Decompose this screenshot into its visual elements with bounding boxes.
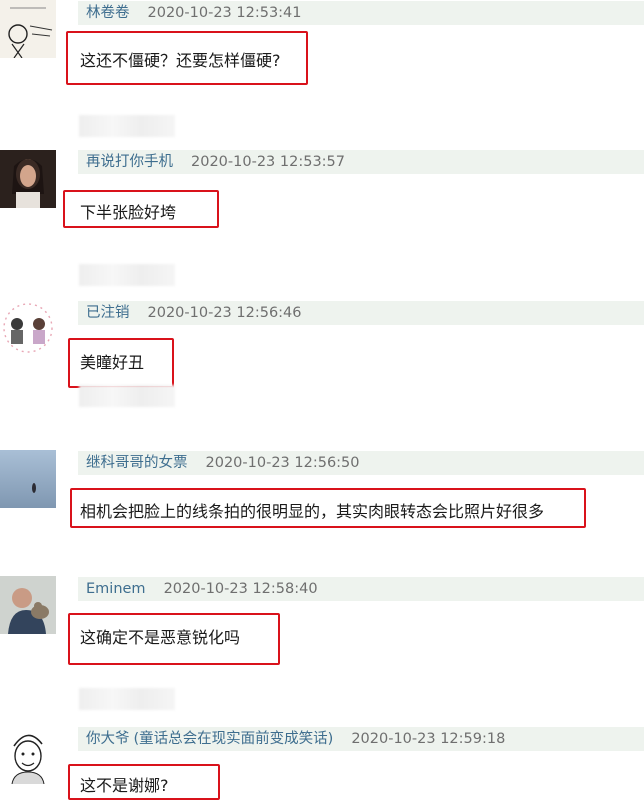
- comment-text: 美瞳好丑: [80, 353, 145, 372]
- username[interactable]: 已注销: [86, 305, 130, 321]
- timestamp: 2020-10-23 12:53:41: [147, 5, 302, 21]
- username[interactable]: 继科哥哥的女票: [86, 455, 188, 471]
- comment-text: 相机会把脸上的线条拍的很明显的，其实肉眼转态会比照片好很多: [80, 502, 545, 521]
- comment: 继科哥哥的女票 2020-10-23 12:56:50 相机会把脸上的线条拍的很明…: [0, 450, 644, 570]
- username[interactable]: 林卷卷: [86, 5, 130, 21]
- blurred-reply: [79, 688, 175, 710]
- timestamp: 2020-10-23 12:58:40: [163, 581, 318, 597]
- timestamp: 2020-10-23 12:59:18: [351, 731, 506, 747]
- timestamp: 2020-10-23 12:53:57: [191, 154, 345, 170]
- user-signature: (童话总会在现实面前变成笑话): [133, 731, 334, 747]
- comment-meta: Eminem 2020-10-23 12:58:40: [78, 577, 644, 601]
- comment-text: 这确定不是恶意锐化吗: [80, 628, 241, 647]
- timestamp: 2020-10-23 12:56:50: [205, 455, 360, 471]
- blurred-reply: [79, 264, 175, 286]
- comment-meta: 继科哥哥的女票 2020-10-23 12:56:50: [78, 451, 644, 475]
- comment-meta: 再说打你手机 2020-10-23 12:53:57: [78, 150, 644, 174]
- comment: 林卷卷 2020-10-23 12:53:41 这还不僵硬？还要怎样僵硬?: [0, 0, 644, 137]
- timestamp: 2020-10-23 12:56:46: [147, 305, 302, 321]
- cartoon-sketch-avatar[interactable]: [0, 0, 56, 58]
- comment-text: 这还不僵硬？还要怎样僵硬?: [80, 51, 281, 70]
- comment: 你大爷 (童话总会在现实面前变成笑话) 2020-10-23 12:59:18 这不…: [0, 726, 644, 802]
- comment: 再说打你手机 2020-10-23 12:53:57 下半张脸好垮: [0, 150, 644, 286]
- comment: Eminem 2020-10-23 12:58:40 这确定不是恶意锐化吗: [0, 576, 644, 710]
- comment-meta: 已注销 2020-10-23 12:56:46: [78, 301, 644, 325]
- photo-avatar[interactable]: [0, 150, 56, 208]
- comment-meta: 你大爷 (童话总会在现实面前变成笑话) 2020-10-23 12:59:18: [78, 727, 644, 751]
- man-with-cat-avatar[interactable]: [0, 576, 56, 634]
- blurred-reply: [79, 115, 175, 137]
- username[interactable]: 你大爷: [86, 731, 130, 747]
- username[interactable]: 再说打你手机: [86, 154, 173, 170]
- cartoon-face-avatar[interactable]: [0, 726, 56, 784]
- blurred-reply: [79, 385, 175, 407]
- comment-meta: 林卷卷 2020-10-23 12:53:41: [78, 1, 644, 25]
- comment: 已注销 2020-10-23 12:56:46 美瞳好丑: [0, 300, 644, 420]
- sky-avatar[interactable]: [0, 450, 56, 508]
- username[interactable]: Eminem: [86, 581, 146, 597]
- comment-text: 这不是谢娜?: [80, 776, 169, 795]
- couple-avatar[interactable]: [0, 300, 56, 358]
- comment-text: 下半张脸好垮: [80, 203, 177, 222]
